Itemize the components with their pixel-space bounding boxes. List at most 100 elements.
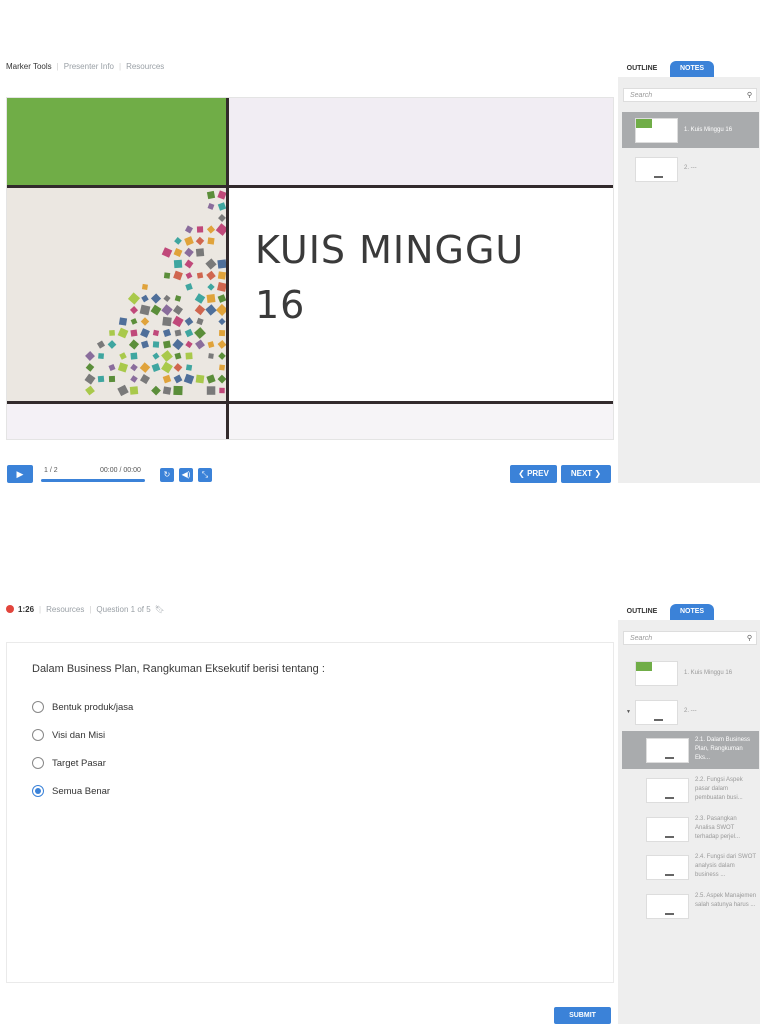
mosaic-tile — [162, 328, 172, 338]
separator: | — [39, 604, 42, 614]
mosaic-tile — [207, 237, 215, 245]
outline-item-label: 2. --- — [684, 165, 697, 171]
outline-item-2[interactable]: ▼ 2. --- — [622, 697, 759, 727]
mosaic-tile — [174, 295, 182, 302]
mosaic-tile — [84, 373, 96, 385]
mosaic-tile — [194, 304, 206, 316]
slide-green-block — [7, 98, 228, 187]
search-input[interactable]: Search ⚲ — [623, 631, 757, 645]
outline-item-2[interactable]: 2. --- — [622, 154, 759, 184]
answer-option-selected[interactable]: Semua Benar — [32, 784, 110, 798]
mosaic-tile — [194, 327, 206, 339]
outline-subitem-2-4[interactable]: 2.4. Fungsi dari SWOT analysis dalam bus… — [622, 851, 759, 885]
mosaic-tile — [161, 247, 173, 258]
slide-bottom-left-block — [7, 403, 228, 439]
tab-outline[interactable]: OUTLINE — [618, 61, 666, 77]
mosaic-tile — [151, 363, 161, 372]
volume-button[interactable]: ◀) — [179, 468, 193, 482]
prev-button[interactable]: ❮ PREV — [510, 465, 557, 483]
slide-bottom-right-block — [228, 403, 613, 439]
mosaic-tile — [141, 340, 149, 349]
tab-outline[interactable]: OUTLINE — [618, 604, 666, 620]
separator: | — [118, 61, 122, 71]
mosaic-tile — [172, 338, 184, 351]
mosaic-tile — [184, 225, 193, 234]
radio-button-selected[interactable] — [32, 785, 44, 797]
mosaic-tile — [206, 386, 216, 395]
mosaic-tile — [195, 236, 205, 246]
outline-subitem-2-1[interactable]: 2.1. Dalam Business Plan, Rangkuman Eks.… — [622, 731, 759, 769]
timer-icon — [6, 605, 14, 613]
mosaic-tile — [117, 362, 129, 373]
resources-link[interactable]: Resources — [126, 62, 164, 71]
mosaic-tile — [217, 202, 227, 211]
radio-button[interactable] — [32, 701, 44, 713]
answer-option[interactable]: Bentuk produk/jasa — [32, 700, 133, 714]
outline-subitem-2-5[interactable]: 2.5. Aspek Manajemen salah satunya harus… — [622, 890, 759, 924]
mosaic-tile — [172, 304, 184, 316]
next-button[interactable]: NEXT ❯ — [561, 465, 611, 483]
bookmark-icon[interactable]: 🔖︎ — [155, 605, 165, 614]
mosaic-tile — [152, 352, 160, 360]
replay-button[interactable]: ↻ — [160, 468, 174, 482]
mosaic-tile — [139, 362, 151, 373]
mosaic-tile — [205, 304, 217, 316]
option-label: Visi dan Misi — [52, 729, 106, 741]
mosaic-tile — [184, 236, 194, 246]
mosaic-tile — [183, 373, 195, 385]
submit-button[interactable]: SUBMIT — [554, 1007, 611, 1024]
mosaic-tile — [205, 258, 217, 270]
mosaic-tile — [173, 270, 183, 281]
tab-notes[interactable]: NOTES — [670, 604, 714, 620]
search-icon[interactable]: ⚲ — [747, 89, 752, 103]
search-input[interactable]: Search ⚲ — [623, 88, 757, 102]
outline-subitem-2-2[interactable]: 2.2. Fungsi Aspek pasar dalam pembuatan … — [622, 774, 759, 808]
fullscreen-button[interactable]: ⤡ — [198, 468, 212, 482]
mosaic-tile — [218, 317, 226, 326]
outline-item-1[interactable]: 1. Kuis Minggu 16 — [622, 657, 759, 689]
question-text: Dalam Business Plan, Rangkuman Eksekutif… — [32, 663, 325, 675]
outline-item-label: 1. Kuis Minggu 16 — [684, 127, 733, 133]
mosaic-tile — [108, 375, 116, 383]
mosaic-tile — [174, 237, 182, 245]
mosaic-tile — [98, 353, 105, 360]
radio-button[interactable] — [32, 757, 44, 769]
slide-counter: 1 / 2 — [44, 467, 58, 474]
expand-arrow-icon[interactable]: ▼ — [626, 709, 631, 715]
mosaic-tile — [109, 330, 115, 336]
mosaic-tile — [194, 293, 206, 304]
slide-canvas: KUIS MINGGU 16 — [6, 97, 614, 440]
mosaic-tile — [130, 318, 138, 325]
mosaic-tile — [207, 341, 215, 348]
presenter-info-link[interactable]: Presenter Info — [64, 62, 114, 71]
mosaic-tile — [150, 304, 162, 316]
mosaic-tile — [195, 248, 205, 257]
marker-tools-link[interactable]: Marker Tools — [6, 62, 52, 71]
outline-item-1[interactable]: 1. Kuis Minggu 16 — [622, 112, 759, 148]
mosaic-tile — [152, 329, 160, 337]
tab-notes[interactable]: NOTES — [670, 61, 714, 77]
fullscreen-icon: ⤡ — [201, 470, 209, 479]
search-icon[interactable]: ⚲ — [747, 632, 752, 646]
play-button[interactable]: ▶ — [7, 465, 33, 483]
outline-item-label: 2.5. Aspek Manajemen salah satunya harus… — [695, 893, 757, 908]
mosaic-tile — [173, 259, 183, 269]
question-counter: Question 1 of 5 — [96, 604, 151, 614]
slide-thumbnail — [646, 855, 689, 880]
mosaic-tile — [152, 341, 160, 348]
radio-button[interactable] — [32, 729, 44, 741]
outline-item-label: 1. Kuis Minggu 16 — [684, 670, 733, 676]
mosaic-tile — [162, 374, 172, 384]
resources-link[interactable]: Resources — [46, 605, 84, 614]
mosaic-tile — [161, 304, 173, 316]
outline-subitem-2-3[interactable]: 2.3. Pasangkan Analisa SWOT terhadap per… — [622, 813, 759, 847]
replay-icon: ↻ — [163, 470, 171, 479]
answer-option[interactable]: Target Pasar — [32, 756, 106, 770]
slide-lavender-block — [228, 98, 613, 187]
mosaic-tile — [85, 363, 95, 372]
seek-bar[interactable] — [41, 479, 145, 482]
answer-option[interactable]: Visi dan Misi — [32, 728, 105, 742]
outline-item-label: 2. --- — [684, 708, 697, 714]
mosaic-tile — [117, 384, 129, 397]
mosaic-tile — [163, 272, 171, 279]
